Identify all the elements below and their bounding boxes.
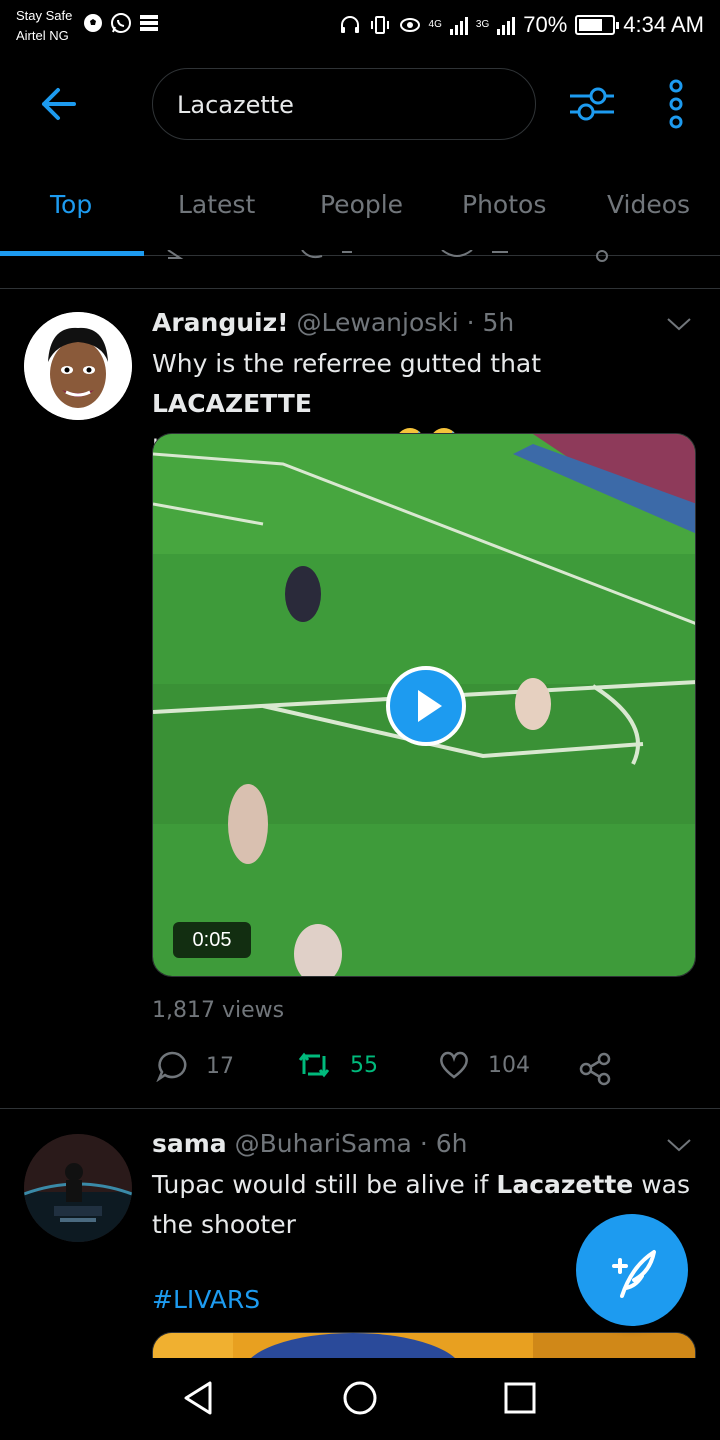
handle[interactable]: @BuhariSama [235,1129,412,1158]
search-input[interactable]: Lacazette [152,68,536,140]
tweet-text-part: Tupac would still be alive if [152,1170,497,1199]
headphones-icon [340,16,359,33]
system-navigation-bar [0,1358,720,1440]
figure-avatar [24,1134,132,1242]
video-player[interactable]: 0:05 [152,433,696,977]
reply-icon [156,1051,187,1082]
tab-latest[interactable]: Latest [178,190,255,219]
divider [0,1108,720,1109]
network-4g-label: 4G [428,19,442,30]
hashtag-link[interactable]: #LIVARS [152,1285,260,1314]
vibrate-icon [370,16,389,34]
chevron-down-icon[interactable] [666,316,692,332]
signal-3g-icon [497,15,516,35]
tweet-header: Aranguiz! @Lewanjoski · 5h [152,308,514,337]
tab-top[interactable]: Top [50,190,92,219]
tweet-header: sama @BuhariSama · 6h [152,1129,467,1158]
carrier-line-2: Airtel NG [16,28,69,43]
tweet-text-highlight: Lacazette [496,1170,634,1199]
display-name[interactable]: sama [152,1129,227,1158]
network-3g-label: 3G [475,19,490,30]
retweet-count: 55 [350,1052,378,1078]
divider [0,288,720,289]
search-tabs: Top Latest People Photos Videos [0,168,720,256]
active-tab-indicator [0,251,144,256]
battery-fill [579,19,602,31]
nav-home-icon[interactable] [340,1378,380,1418]
carrier-line-1: Stay Safe [16,8,73,23]
cartoon-face-avatar [24,312,132,420]
avatar[interactable] [24,1134,132,1242]
tab-videos[interactable]: Videos [607,190,690,219]
retweet-icon [298,1052,330,1078]
status-bar: Stay Safe Airtel NG 4G 3G 70% 4:34 AM [0,0,720,52]
battery-icon [575,15,620,35]
clock: 4:34 AM [623,12,704,37]
tab-photos[interactable]: Photos [462,190,546,219]
search-filter-icon[interactable] [568,82,616,126]
avatar[interactable] [24,312,132,420]
heart-icon [440,1051,468,1079]
eye-icon [399,18,420,32]
play-button[interactable] [386,666,466,746]
video-duration: 0:05 [173,922,251,958]
previous-tweet-actions-clipped [167,250,608,262]
display-name[interactable]: Aranguiz! [152,308,289,337]
timestamp: · 6h [411,1129,468,1158]
tweet-text-part: Why is the referree gutted that [152,349,542,378]
like-button[interactable]: 104 [438,1050,530,1080]
feather-plus-icon [612,1250,656,1298]
battery-percent: 70% [523,12,568,37]
nav-recents-icon[interactable] [500,1378,540,1418]
chevron-down-icon[interactable] [666,1137,692,1153]
soccer-ball-icon [84,14,102,32]
tweet-text-part: was [633,1170,690,1199]
tab-people[interactable]: People [320,190,403,219]
whatsapp-icon [111,13,131,33]
view-count: 1,817 views [152,998,285,1023]
retweet-button[interactable]: 55 [296,1050,378,1080]
more-options-icon[interactable] [664,78,688,130]
like-count: 104 [488,1052,530,1078]
reply-count: 17 [206,1053,234,1079]
compose-tweet-button[interactable] [576,1214,688,1326]
signal-4g-icon [449,15,468,35]
share-icon[interactable] [578,1052,612,1086]
timestamp: · 5h [458,308,515,337]
message-list-icon [140,15,158,31]
search-header: Lacazette [0,60,720,150]
play-icon [418,690,442,722]
handle[interactable]: @Lewanjoski [297,308,459,337]
nav-back-icon[interactable] [180,1378,220,1418]
tweet-text-highlight: LACAZETTE [152,389,312,418]
back-arrow-icon[interactable] [34,84,78,124]
carrier-info: Stay Safe Airtel NG [16,6,72,46]
reply-button[interactable]: 17 [156,1050,234,1082]
